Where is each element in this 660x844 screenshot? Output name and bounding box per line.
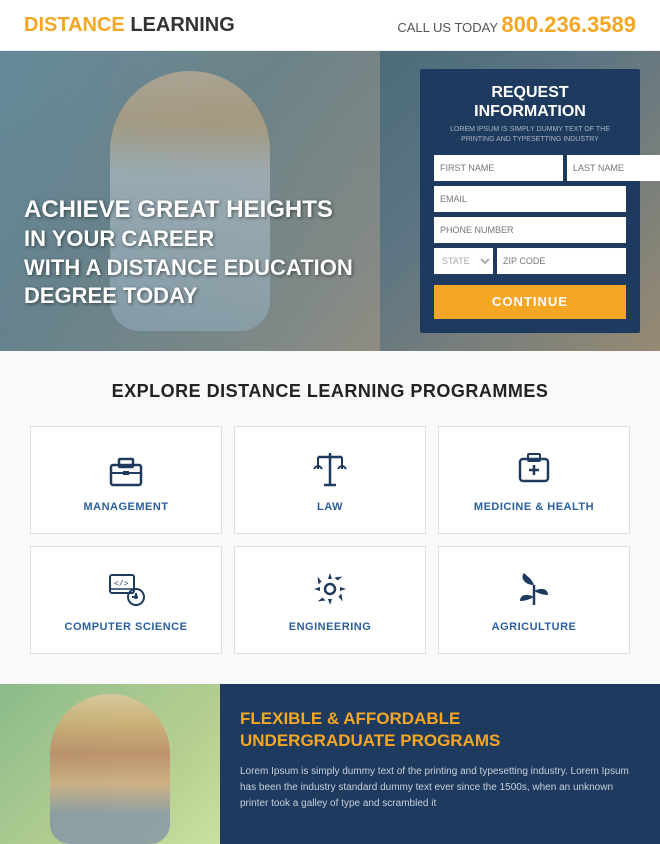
bottom-text: FLEXIBLE & AFFORDABLE UNDERGRADUATE PROG…: [220, 684, 660, 844]
bottom-body: Lorem Ipsum is simply dummy text of the …: [240, 764, 640, 812]
programmes-grid: MANAGEMENT LAW: [30, 426, 630, 654]
prog-card-law[interactable]: LAW: [234, 426, 426, 534]
engineering-icon: [308, 567, 352, 611]
programmes-section: EXPLORE DISTANCE LEARNING PROGRAMMES MAN…: [0, 351, 660, 684]
logo-distance: DISTANCE: [24, 14, 125, 36]
request-form-panel: REQUEST INFORMATION LOREM IPSUM IS SIMPL…: [420, 69, 640, 333]
logo: DISTANCE LEARNING: [24, 14, 235, 37]
computer-science-label: COMPUTER SCIENCE: [65, 621, 188, 633]
form-subtitle: LOREM IPSUM IS SIMPLY DUMMY TEXT OF THE …: [434, 125, 626, 145]
hero-line1: ACHIEVE GREAT HEIGHTS: [24, 196, 333, 223]
email-input[interactable]: [434, 186, 626, 212]
agriculture-label: AGRICULTURE: [492, 621, 577, 633]
last-name-input[interactable]: [567, 155, 660, 181]
first-name-input[interactable]: [434, 155, 563, 181]
engineering-label: ENGINEERING: [289, 621, 372, 633]
management-label: MANAGEMENT: [83, 501, 168, 513]
prog-card-medicine[interactable]: MEDICINE & HEALTH: [438, 426, 630, 534]
phone-number: 800.236.3589: [501, 12, 636, 37]
logo-learning: LEARNING: [130, 14, 234, 36]
svg-text:</>: </>: [114, 580, 129, 589]
hero-text: ACHIEVE GREAT HEIGHTS IN YOUR CAREER WIT…: [24, 194, 353, 311]
zip-input[interactable]: [497, 248, 626, 274]
programmes-title: EXPLORE DISTANCE LEARNING PROGRAMMES: [24, 381, 636, 402]
hero-headline: ACHIEVE GREAT HEIGHTS IN YOUR CAREER WIT…: [24, 194, 353, 311]
call-label: CALL US TODAY: [397, 20, 497, 35]
hero-line4: DEGREE TODAY: [24, 283, 198, 308]
hero-line3: WITH A DISTANCE EDUCATION: [24, 255, 353, 280]
hero-section: ACHIEVE GREAT HEIGHTS IN YOUR CAREER WIT…: [0, 51, 660, 351]
medicine-icon: [512, 447, 556, 491]
header-contact: CALL US TODAY 800.236.3589: [397, 12, 636, 38]
bottom-title-line1: FLEXIBLE & AFFORDABLE: [240, 709, 460, 728]
law-icon: [308, 447, 352, 491]
bottom-title-line2: UNDERGRADUATE PROGRAMS: [240, 731, 500, 750]
bottom-title: FLEXIBLE & AFFORDABLE UNDERGRADUATE PROG…: [240, 708, 640, 752]
medicine-label: MEDICINE & HEALTH: [474, 501, 594, 513]
hero-line2: IN YOUR CAREER: [24, 226, 214, 251]
form-email-row: [434, 186, 626, 212]
prog-card-computer-science[interactable]: </> COMPUTER SCIENCE: [30, 546, 222, 654]
prog-card-engineering[interactable]: ENGINEERING: [234, 546, 426, 654]
prog-card-management[interactable]: MANAGEMENT: [30, 426, 222, 534]
computer-science-icon: </>: [104, 567, 148, 611]
site-header: DISTANCE LEARNING CALL US TODAY 800.236.…: [0, 0, 660, 51]
form-title: REQUEST INFORMATION: [434, 83, 626, 121]
bottom-section: FLEXIBLE & AFFORDABLE UNDERGRADUATE PROG…: [0, 684, 660, 844]
state-select[interactable]: STATE: [434, 248, 493, 274]
continue-button[interactable]: CONTINUE: [434, 285, 626, 319]
form-phone-row: [434, 217, 626, 243]
prog-card-agriculture[interactable]: AGRICULTURE: [438, 546, 630, 654]
management-icon: [104, 447, 148, 491]
bottom-image: [0, 684, 220, 844]
form-state-zip-row: STATE: [434, 248, 626, 274]
bottom-person-silhouette: [50, 694, 170, 844]
law-label: LAW: [317, 501, 343, 513]
agriculture-icon: [512, 567, 556, 611]
phone-input[interactable]: [434, 217, 626, 243]
form-name-row: [434, 155, 626, 181]
